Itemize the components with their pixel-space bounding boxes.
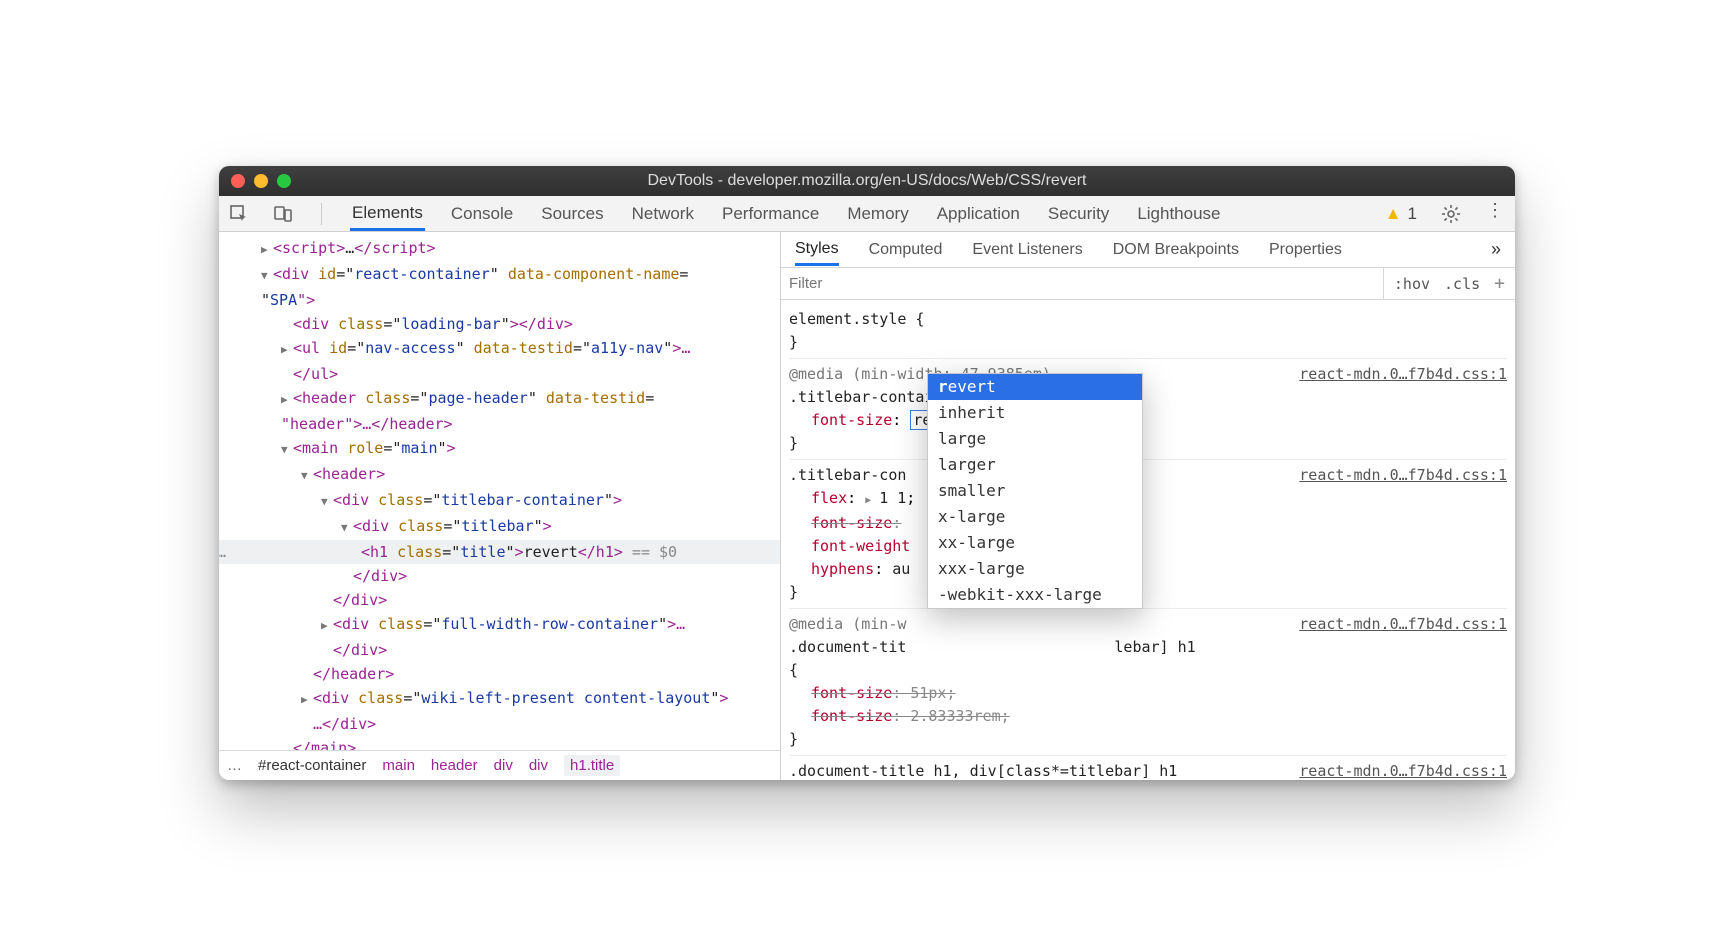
dom-node-selected: …<h1 class="title">revert</h1> == $0 [219,540,780,564]
dom-node: </div> [219,588,780,612]
more-icon[interactable]: ⋮ [1485,204,1505,224]
dom-node: ▶<script>…</script> [219,236,780,262]
dom-node: ▼<div class="titlebar"> [219,514,780,540]
dropdown-option[interactable]: xx-large [928,530,1142,556]
source-link[interactable]: react-mdn.0…f7b4d.css:1 [1299,464,1507,487]
dropdown-option[interactable]: inherit [928,400,1142,426]
dropdown-option[interactable]: large [928,426,1142,452]
dom-node: ▼<div class="titlebar-container"> [219,488,780,514]
warnings-count: 1 [1408,204,1417,224]
window-titlebar[interactable]: DevTools - developer.mozilla.org/en-US/d… [219,166,1515,196]
new-rule-icon[interactable]: + [1494,273,1505,294]
tab-elements[interactable]: Elements [350,196,425,231]
styles-filter-input[interactable] [789,275,1383,292]
breadcrumb-item[interactable]: main [382,757,415,774]
tab-performance[interactable]: Performance [720,197,821,231]
dom-node: ▶<div class="full-width-row-container">… [219,612,780,638]
dropdown-option[interactable]: -webkit-xxx-large [928,582,1142,608]
cls-toggle[interactable]: .cls [1444,275,1480,293]
dom-node: ▶<ul id="nav-access" data-testid="a11y-n… [219,336,780,362]
tab-network[interactable]: Network [630,197,696,231]
styles-subtabs: Styles Computed Event Listeners DOM Brea… [781,232,1515,268]
tab-lighthouse[interactable]: Lighthouse [1135,197,1222,231]
dom-node: ▶<header class="page-header" data-testid… [219,386,780,412]
tab-security[interactable]: Security [1046,197,1111,231]
dom-node: </div> [219,564,780,588]
breadcrumb-item[interactable]: div [494,757,513,774]
warnings-badge[interactable]: ▲ 1 [1385,204,1417,224]
source-link[interactable]: react-mdn.0…f7b4d.css:1 [1299,363,1507,386]
css-property-overridden[interactable]: font-size: 51px; [789,682,1507,705]
css-property-overridden[interactable]: font-size: 2.83333rem; [789,705,1507,728]
breadcrumb-item[interactable]: div [529,757,548,774]
css-property[interactable]: hyphens: au [789,558,1507,581]
css-property[interactable]: font-size: revert; [789,409,1507,432]
traffic-lights [231,174,291,188]
dropdown-option-selected[interactable]: revert [928,374,1142,400]
subtab-more-icon[interactable]: » [1491,239,1501,260]
css-property-overridden[interactable]: font-size: [789,512,1507,535]
dom-node: ▼<main role="main"> [219,436,780,462]
css-property[interactable]: flex: ▶1 1; [789,487,1507,512]
device-toggle-icon[interactable] [273,204,293,224]
dom-node: ▶<div class="wiki-left-present content-l… [219,686,780,712]
dom-tree[interactable]: ▶<script>…</script> ▼<div id="react-cont… [219,232,780,750]
dom-node: </header> [219,662,780,686]
rule-titlebar-container: react-mdn.0…f7b4d.css:1 .titlebar-con fl… [789,460,1507,609]
dom-node: </div> [219,638,780,662]
tab-memory[interactable]: Memory [845,197,910,231]
dropdown-option[interactable]: larger [928,452,1142,478]
css-property[interactable]: font-weight [789,535,1507,558]
warning-icon: ▲ [1385,204,1402,224]
rule-titlebar-title: react-mdn.0…f7b4d.css:1 @media (min-widt… [789,359,1507,460]
dropdown-option[interactable]: xxx-large [928,556,1142,582]
tab-sources[interactable]: Sources [539,197,605,231]
dom-node: </ul> [219,362,780,386]
rule-document-title-media: react-mdn.0…f7b4d.css:1 @media (min-w .d… [789,609,1507,756]
tab-application[interactable]: Application [935,197,1022,231]
dom-node-cont: "SPA"> [219,288,780,312]
breadcrumb-item-selected[interactable]: h1.title [564,755,620,776]
dropdown-option[interactable]: x-large [928,504,1142,530]
styles-panel: Styles Computed Event Listeners DOM Brea… [781,232,1515,780]
breadcrumb-item[interactable]: #react-container [258,757,366,774]
hov-toggle[interactable]: :hov [1394,275,1430,293]
zoom-icon[interactable] [277,174,291,188]
dom-node: …</div> [219,712,780,736]
dom-node: </main> [219,736,780,750]
autocomplete-dropdown[interactable]: revert inherit large larger smaller x-la… [927,373,1143,609]
rule-element-style: element.style { } [789,304,1507,359]
breadcrumb-item[interactable]: header [431,757,478,774]
dropdown-option[interactable]: smaller [928,478,1142,504]
breadcrumb[interactable]: … #react-container main header div div h… [219,750,780,780]
source-link[interactable]: react-mdn.0…f7b4d.css:1 [1299,613,1507,636]
dom-panel: ▶<script>…</script> ▼<div id="react-cont… [219,232,781,780]
styles-filterbar: :hov .cls + [781,268,1515,300]
breadcrumb-more[interactable]: … [227,757,242,774]
settings-icon[interactable] [1441,204,1461,224]
devtools-window: DevTools - developer.mozilla.org/en-US/d… [219,166,1515,780]
subtab-dom-breakpoints[interactable]: DOM Breakpoints [1113,235,1239,265]
close-icon[interactable] [231,174,245,188]
dom-node: ▼<div id="react-container" data-componen… [219,262,780,288]
subtab-event-listeners[interactable]: Event Listeners [972,235,1082,265]
rule-document-title: react-mdn.0…f7b4d.css:1 .document-title … [789,756,1507,780]
window-title: DevTools - developer.mozilla.org/en-US/d… [648,172,1087,190]
dom-node: <div class="loading-bar"></div> [219,312,780,336]
dom-node: ▼<header> [219,462,780,488]
dom-node-cont: "header">…</header> [219,412,780,436]
toolbar-divider [321,203,322,225]
minimize-icon[interactable] [254,174,268,188]
subtab-styles[interactable]: Styles [795,234,839,266]
main-toolbar: Elements Console Sources Network Perform… [219,196,1515,232]
tab-console[interactable]: Console [449,197,515,231]
source-link[interactable]: react-mdn.0…f7b4d.css:1 [1299,760,1507,780]
subtab-properties[interactable]: Properties [1269,235,1342,265]
inspect-icon[interactable] [229,204,249,224]
subtab-computed[interactable]: Computed [869,235,943,265]
styles-list[interactable]: element.style { } react-mdn.0…f7b4d.css:… [781,300,1515,780]
